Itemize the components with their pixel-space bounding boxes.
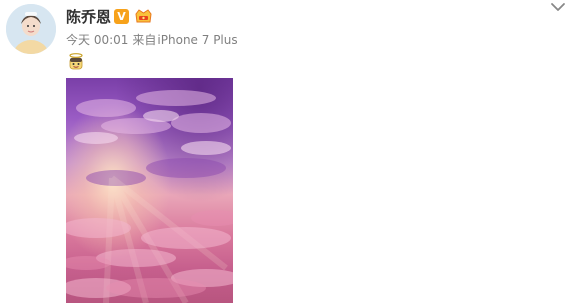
member-crown-icon[interactable] bbox=[134, 8, 153, 25]
chevron-down-icon[interactable] bbox=[549, 0, 567, 14]
avatar[interactable] bbox=[6, 4, 56, 54]
author-name[interactable]: 陈乔恩 bbox=[66, 7, 111, 27]
post-meta: 今天 00:01 来自iPhone 7 Plus bbox=[66, 32, 238, 48]
source-prefix: 来自 bbox=[132, 33, 157, 47]
post-source-device[interactable]: iPhone 7 Plus bbox=[157, 33, 237, 47]
angel-emoji-icon bbox=[66, 52, 86, 72]
verified-icon: V bbox=[114, 9, 129, 24]
post-image[interactable] bbox=[66, 78, 233, 303]
weibo-post: 陈乔恩 V 今天 00:01 来自iPhone 7 Plus bbox=[0, 0, 571, 303]
post-time[interactable]: 今天 00:01 bbox=[66, 33, 128, 47]
